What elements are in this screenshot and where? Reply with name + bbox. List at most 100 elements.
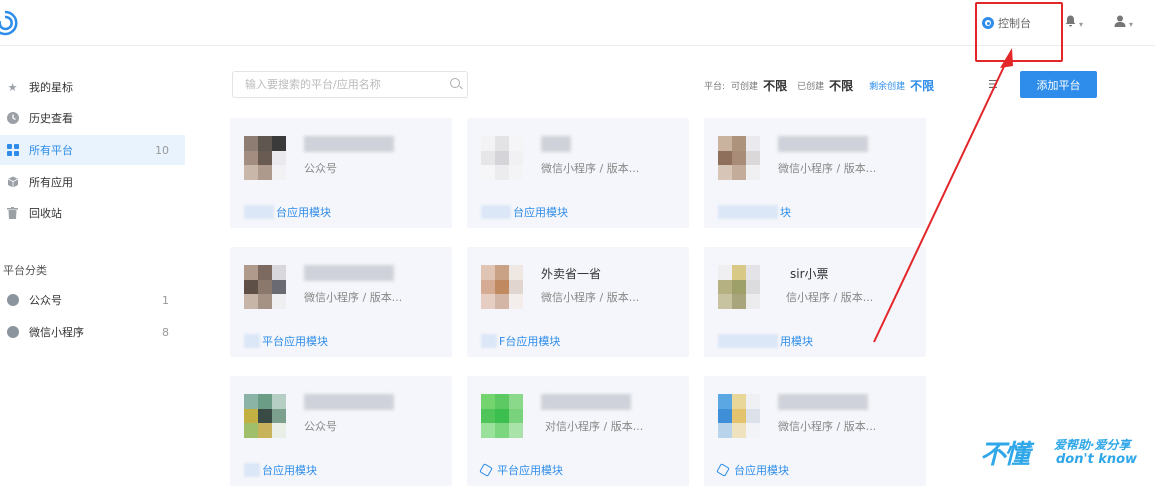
card-footer-link[interactable]: F台应用模块 <box>481 333 560 349</box>
card-avatar <box>481 265 523 309</box>
platform-card[interactable]: 微信小程序 / 版本... 台应用模块 <box>467 118 689 228</box>
sidebar-item-label: 所有平台 <box>29 144 73 157</box>
platform-card[interactable]: 微信小程序 / 版本... 台应用模块 <box>704 376 926 486</box>
card-footer-link[interactable]: 平台应用模块 <box>479 462 563 478</box>
card-footer-label: 台应用模块 <box>276 206 331 219</box>
card-type: 公众号 <box>304 162 337 175</box>
sidebar-item-all-platforms[interactable]: 所有平台 10 <box>0 135 185 165</box>
created-value: 不限 <box>829 79 854 93</box>
sidebar-item-label: 回收站 <box>29 207 62 220</box>
search-input[interactable] <box>232 71 468 98</box>
card-avatar <box>481 136 523 180</box>
console-link[interactable]: 控制台 <box>982 15 1031 31</box>
user-icon <box>1114 15 1126 27</box>
star-icon: ★ <box>7 80 18 94</box>
card-name-blurred <box>778 136 868 152</box>
user-menu[interactable]: ▾ <box>1114 15 1133 30</box>
card-avatar <box>718 136 760 180</box>
quota-stats: 平台: 可创建 不限 已创建 不限 剩余创建 不限 <box>704 77 944 94</box>
card-avatar <box>481 394 523 438</box>
card-name-blurred <box>541 136 571 152</box>
card-name-blurred <box>304 394 394 410</box>
card-footer-label: 块 <box>780 206 791 219</box>
chevron-down-icon: ▾ <box>1079 20 1084 29</box>
platform-card[interactable]: sir小票 信小程序 / 版本... 用模块 <box>704 247 926 357</box>
sidebar-item-count: 10 <box>155 143 169 157</box>
cube-icon <box>6 176 19 189</box>
platform-card[interactable]: 公众号 台应用模块 <box>230 376 452 486</box>
platform-card[interactable]: 公众号 台应用模块 <box>230 118 452 228</box>
sidebar-item-mini-program[interactable]: 微信小程序 8 <box>0 317 185 347</box>
bell-icon <box>1065 15 1076 27</box>
top-bar: 控制台 ▾ ▾ <box>0 0 1155 46</box>
sidebar-item-label: 所有应用 <box>29 176 73 189</box>
sidebar-item-recycle-bin[interactable]: 回收站 <box>0 198 185 228</box>
card-footer-label: 台应用模块 <box>262 464 317 477</box>
sidebar-item-label: 微信小程序 <box>29 326 84 339</box>
miniprogram-icon <box>6 326 19 339</box>
sidebar-item-starred[interactable]: ★ 我的星标 <box>0 72 185 102</box>
sidebar-item-history[interactable]: 历史查看 <box>0 103 185 133</box>
sidebar-item-label: 历史查看 <box>29 112 73 125</box>
watermark: 不懂 爱帮助·爱分享 don't know <box>980 432 1150 472</box>
watermark-bottom-text: don't know <box>1056 452 1138 467</box>
card-type: 微信小程序 / 版本... <box>304 291 403 304</box>
add-platform-button[interactable]: 添加平台 <box>1020 71 1097 98</box>
platform-card[interactable]: 微信小程序 / 版本... 平台应用模块 <box>230 247 452 357</box>
card-footer-link[interactable]: 块 <box>718 204 791 220</box>
card-type: 微信小程序 / 版本... <box>541 291 640 304</box>
watermark-big-text: 不懂 <box>980 440 1030 470</box>
card-avatar <box>244 394 286 438</box>
card-type: 微信小程序 / 版本... <box>778 420 877 433</box>
logo-icon[interactable] <box>0 10 18 36</box>
cube-icon <box>479 463 493 477</box>
card-footer-link[interactable]: 用模块 <box>718 333 813 349</box>
card-footer-link[interactable]: 台应用模块 <box>716 462 789 478</box>
sidebar: ★ 我的星标 历史查看 所有平台 10 所有应用 回收站 平台分类 公众号 1 … <box>0 46 185 481</box>
card-name: 外卖省一省 <box>541 267 602 281</box>
card-footer-label: 台应用模块 <box>734 464 789 477</box>
sidebar-item-count: 8 <box>162 325 169 339</box>
card-footer-link[interactable]: 台应用模块 <box>481 204 568 220</box>
cube-icon <box>716 463 730 477</box>
console-label: 控制台 <box>998 17 1031 30</box>
clock-icon <box>6 112 19 125</box>
sidebar-item-all-apps[interactable]: 所有应用 <box>0 167 185 197</box>
card-footer-link[interactable]: 平台应用模块 <box>244 333 328 349</box>
list-view-icon[interactable]: ☰ <box>988 78 998 91</box>
card-footer-label: 台应用模块 <box>513 206 568 219</box>
chevron-down-icon: ▾ <box>1129 20 1134 29</box>
category-title: 平台分类 <box>3 264 47 277</box>
card-name-blurred <box>304 136 394 152</box>
console-icon <box>982 17 994 29</box>
card-footer-label: F台应用模块 <box>499 335 561 348</box>
can-create-value: 不限 <box>763 79 788 93</box>
search-icon[interactable] <box>450 78 460 88</box>
sidebar-item-official-account[interactable]: 公众号 1 <box>0 285 185 315</box>
grid-icon <box>6 144 19 157</box>
card-footer-label: 平台应用模块 <box>262 335 328 348</box>
platform-card[interactable]: 外卖省一省 微信小程序 / 版本... F台应用模块 <box>467 247 689 357</box>
sidebar-item-label: 我的星标 <box>29 81 73 94</box>
trash-icon <box>6 207 19 220</box>
card-avatar <box>244 265 286 309</box>
platform-card[interactable]: 对信小程序 / 版本... 平台应用模块 <box>467 376 689 486</box>
card-type: 对信小程序 / 版本... <box>545 420 644 433</box>
sidebar-item-count: 1 <box>162 293 169 307</box>
card-footer-link[interactable]: 台应用模块 <box>244 204 331 220</box>
card-name-blurred <box>304 265 394 281</box>
card-name-blurred <box>541 394 631 410</box>
remaining-value: 不限 <box>910 79 935 93</box>
wechat-icon <box>6 294 19 307</box>
remaining-label: 剩余创建 <box>869 82 906 92</box>
card-avatar <box>718 394 760 438</box>
platform-card[interactable]: 微信小程序 / 版本... 块 <box>704 118 926 228</box>
card-avatar <box>718 265 760 309</box>
notification-menu[interactable]: ▾ <box>1065 15 1083 30</box>
sidebar-item-label: 公众号 <box>29 294 62 307</box>
card-type: 信小程序 / 版本... <box>786 291 874 304</box>
platform-label: 平台: <box>704 82 726 92</box>
card-footer-link[interactable]: 台应用模块 <box>244 462 317 478</box>
can-create-label: 可创建 <box>731 82 759 92</box>
card-type: 公众号 <box>304 420 337 433</box>
